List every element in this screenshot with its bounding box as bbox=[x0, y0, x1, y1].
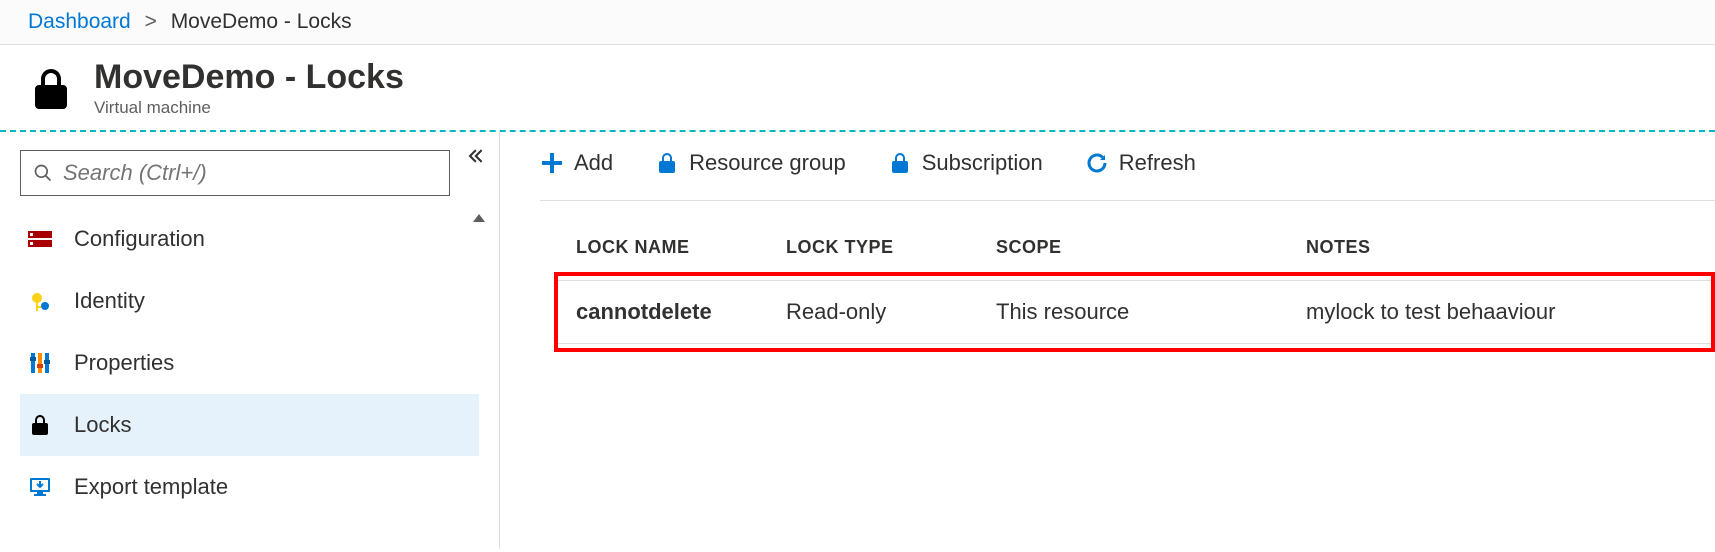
plus-icon bbox=[540, 151, 564, 175]
cell-lock-name: cannotdelete bbox=[576, 299, 786, 325]
sidebar-nav: Configuration Identity Properties Locks bbox=[20, 208, 479, 518]
table-header: LOCK NAME LOCK TYPE SCOPE NOTES bbox=[554, 229, 1715, 272]
lock-icon bbox=[888, 151, 912, 175]
sidebar-item-export-template[interactable]: Export template bbox=[20, 456, 479, 518]
cell-lock-type: Read-only bbox=[786, 299, 996, 325]
sidebar-item-label: Export template bbox=[74, 474, 228, 500]
subscription-button[interactable]: Subscription bbox=[888, 150, 1043, 176]
page-subtitle: Virtual machine bbox=[94, 98, 404, 118]
toolbar-btn-label: Refresh bbox=[1119, 150, 1196, 176]
sidebar-item-locks[interactable]: Locks bbox=[20, 394, 479, 456]
col-header-name[interactable]: LOCK NAME bbox=[576, 237, 786, 258]
add-button[interactable]: Add bbox=[540, 150, 613, 176]
sidebar-item-properties[interactable]: Properties bbox=[20, 332, 479, 394]
sidebar-item-label: Properties bbox=[74, 350, 174, 376]
lock-icon bbox=[24, 409, 56, 441]
sidebar-item-label: Configuration bbox=[74, 226, 205, 252]
sidebar-item-label: Identity bbox=[74, 288, 145, 314]
cell-notes: mylock to test behaaviour bbox=[1306, 299, 1711, 325]
lock-icon bbox=[24, 62, 78, 116]
collapse-sidebar-button[interactable] bbox=[465, 146, 485, 172]
lock-icon bbox=[655, 151, 679, 175]
col-header-type[interactable]: LOCK TYPE bbox=[786, 237, 996, 258]
table-row[interactable]: cannotdelete Read-only This resource myl… bbox=[558, 280, 1711, 344]
sidebar: Configuration Identity Properties Locks bbox=[0, 132, 500, 549]
toolbar-btn-label: Subscription bbox=[922, 150, 1043, 176]
sidebar-search[interactable] bbox=[20, 150, 450, 196]
sidebar-item-configuration[interactable]: Configuration bbox=[20, 208, 479, 270]
cell-scope: This resource bbox=[996, 299, 1306, 325]
config-icon bbox=[24, 223, 56, 255]
page-title: MoveDemo - Locks bbox=[94, 59, 404, 96]
identity-icon bbox=[24, 285, 56, 317]
breadcrumb-current: MoveDemo - Locks bbox=[171, 10, 352, 33]
breadcrumb-root-link[interactable]: Dashboard bbox=[28, 10, 131, 33]
properties-icon bbox=[24, 347, 56, 379]
toolbar-btn-label: Add bbox=[574, 150, 613, 176]
search-icon bbox=[33, 163, 53, 183]
search-input[interactable] bbox=[63, 160, 437, 186]
breadcrumb-separator: > bbox=[145, 10, 157, 33]
col-header-scope[interactable]: SCOPE bbox=[996, 237, 1306, 258]
col-header-notes[interactable]: NOTES bbox=[1306, 237, 1715, 258]
sidebar-item-label: Locks bbox=[74, 412, 131, 438]
resource-group-button[interactable]: Resource group bbox=[655, 150, 846, 176]
toolbar: Add Resource group Subscription Refresh bbox=[540, 150, 1715, 201]
locks-table: LOCK NAME LOCK TYPE SCOPE NOTES cannotde… bbox=[540, 201, 1715, 352]
export-icon bbox=[24, 471, 56, 503]
page-header: MoveDemo - Locks Virtual machine bbox=[0, 45, 1715, 130]
main-content: Add Resource group Subscription Refresh bbox=[500, 132, 1715, 549]
toolbar-btn-label: Resource group bbox=[689, 150, 846, 176]
refresh-icon bbox=[1085, 151, 1109, 175]
scroll-up-indicator[interactable] bbox=[473, 214, 485, 222]
breadcrumb: Dashboard > MoveDemo - Locks bbox=[0, 0, 1715, 45]
refresh-button[interactable]: Refresh bbox=[1085, 150, 1196, 176]
highlighted-row: cannotdelete Read-only This resource myl… bbox=[554, 272, 1715, 352]
sidebar-item-identity[interactable]: Identity bbox=[20, 270, 479, 332]
